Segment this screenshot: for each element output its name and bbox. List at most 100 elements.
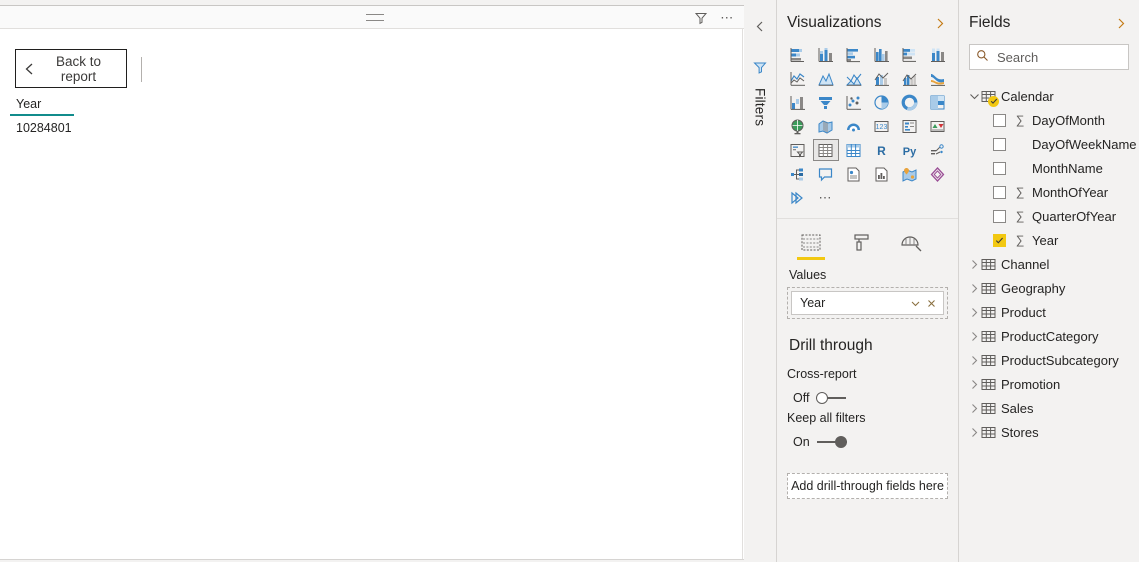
stacked-column-chart-icon[interactable] bbox=[812, 42, 840, 66]
field-checkbox[interactable] bbox=[993, 185, 1006, 199]
slicer-icon[interactable] bbox=[784, 138, 812, 162]
tree-table-productsubcategory[interactable]: ProductSubcategory bbox=[959, 348, 1139, 372]
funnel-icon[interactable] bbox=[753, 60, 768, 78]
line-and-clustered-column-chart-icon[interactable] bbox=[895, 66, 923, 90]
drill-through-dropzone[interactable]: Add drill-through fields here bbox=[787, 473, 948, 499]
azure-map-icon[interactable] bbox=[895, 162, 923, 186]
fields-tab[interactable] bbox=[797, 233, 825, 260]
tree-table-sales[interactable]: Sales bbox=[959, 396, 1139, 420]
sigma-icon: ∑ bbox=[1015, 233, 1025, 247]
python-visual-icon[interactable]: Py bbox=[895, 138, 923, 162]
field-checkbox[interactable] bbox=[993, 233, 1006, 247]
sigma-icon: ∑ bbox=[1015, 185, 1025, 199]
filled-map-icon[interactable] bbox=[812, 114, 840, 138]
drag-handle-icon[interactable] bbox=[366, 14, 384, 21]
tree-table-product[interactable]: Product bbox=[959, 300, 1139, 324]
tree-table-productcategory[interactable]: ProductCategory bbox=[959, 324, 1139, 348]
keep-all-filters-label: Keep all filters bbox=[787, 411, 866, 425]
visualizations-pane-header: Visualizations bbox=[777, 0, 958, 42]
keep-all-filters-toggle[interactable] bbox=[816, 436, 847, 448]
field-checkbox[interactable] bbox=[993, 161, 1006, 175]
chevron-right-icon[interactable] bbox=[967, 403, 981, 414]
more-visuals-icon[interactable]: ⋯ bbox=[812, 186, 840, 210]
waterfall-chart-icon[interactable] bbox=[784, 90, 812, 114]
search-input[interactable] bbox=[995, 48, 1122, 66]
table-visual[interactable]: Year 10284801 bbox=[10, 97, 74, 135]
ellipsis-horizontal-icon[interactable]: ⋯ bbox=[719, 9, 736, 26]
tree-table-stores[interactable]: Stores bbox=[959, 420, 1139, 444]
chevron-right-icon[interactable] bbox=[967, 427, 981, 438]
chevron-down-icon[interactable] bbox=[967, 91, 981, 102]
chevron-down-icon[interactable] bbox=[907, 295, 923, 311]
filters-pane-collapsed[interactable]: Filters bbox=[744, 0, 777, 562]
smart-narrative-icon[interactable] bbox=[840, 162, 868, 186]
ribbon-chart-icon[interactable] bbox=[923, 66, 951, 90]
map-icon[interactable] bbox=[784, 114, 812, 138]
close-icon[interactable] bbox=[923, 295, 939, 311]
clustered-column-chart-icon[interactable] bbox=[868, 42, 896, 66]
field-checkbox[interactable] bbox=[993, 113, 1006, 127]
visualizations-pane: Visualizations 123 R Py ⋯ Values Year Dr… bbox=[777, 0, 959, 562]
field-checkbox[interactable] bbox=[993, 137, 1006, 151]
table-checked-badge-icon bbox=[988, 95, 999, 107]
table-cell-value: 10284801 bbox=[16, 121, 72, 135]
tree-table-channel[interactable]: Channel bbox=[959, 252, 1139, 276]
tree-table-calendar[interactable]: Calendar bbox=[959, 84, 1139, 108]
scatter-chart-icon[interactable] bbox=[840, 90, 868, 114]
tree-field-year[interactable]: ∑ Year bbox=[959, 228, 1139, 252]
format-tab[interactable] bbox=[847, 233, 875, 260]
treemap-icon[interactable] bbox=[923, 90, 951, 114]
tree-field-dayofmonth[interactable]: ∑ DayOfMonth bbox=[959, 108, 1139, 132]
area-chart-icon[interactable] bbox=[812, 66, 840, 90]
back-to-report-button[interactable]: Back to report bbox=[15, 49, 127, 88]
chevron-right-icon[interactable] bbox=[1115, 17, 1127, 30]
decomposition-tree-icon[interactable] bbox=[923, 138, 951, 162]
analytics-tab[interactable] bbox=[897, 233, 925, 260]
hundred-percent-stacked-column-chart-icon[interactable] bbox=[923, 42, 951, 66]
pie-chart-icon[interactable] bbox=[868, 90, 896, 114]
chevron-right-icon[interactable] bbox=[967, 307, 981, 318]
r-script-visual-icon[interactable]: R bbox=[868, 138, 896, 162]
search-box[interactable] bbox=[969, 44, 1129, 70]
table-icon[interactable] bbox=[812, 138, 840, 162]
tree-field-dayofweekname[interactable]: ∑ DayOfWeekName bbox=[959, 132, 1139, 156]
line-chart-icon[interactable] bbox=[784, 66, 812, 90]
tree-table-promotion[interactable]: Promotion bbox=[959, 372, 1139, 396]
tree-table-geography[interactable]: Geography bbox=[959, 276, 1139, 300]
power-automate-icon[interactable] bbox=[784, 186, 812, 210]
tree-field-quarterofyear[interactable]: ∑ QuarterOfYear bbox=[959, 204, 1139, 228]
line-and-stacked-column-chart-icon[interactable] bbox=[868, 66, 896, 90]
chevron-left-icon[interactable] bbox=[754, 20, 766, 36]
report-view: ⋯ Back to report Year 10284801 bbox=[0, 0, 744, 562]
values-well-dropzone[interactable]: Year bbox=[787, 287, 948, 319]
chevron-right-icon[interactable] bbox=[967, 331, 981, 342]
arcgis-map-icon[interactable] bbox=[840, 114, 868, 138]
paginated-report-icon[interactable] bbox=[868, 162, 896, 186]
funnel-chart-icon[interactable] bbox=[812, 90, 840, 114]
cross-report-toggle[interactable] bbox=[816, 392, 847, 404]
qna-icon[interactable] bbox=[812, 162, 840, 186]
power-apps-icon[interactable] bbox=[923, 162, 951, 186]
chevron-right-icon[interactable] bbox=[967, 355, 981, 366]
clustered-bar-chart-icon[interactable] bbox=[840, 42, 868, 66]
matrix-icon[interactable] bbox=[840, 138, 868, 162]
field-pill-year[interactable]: Year bbox=[791, 291, 944, 315]
kpi-icon[interactable] bbox=[923, 114, 951, 138]
tree-field-monthofyear[interactable]: ∑ MonthOfYear bbox=[959, 180, 1139, 204]
stacked-bar-chart-icon[interactable] bbox=[784, 42, 812, 66]
funnel-icon[interactable] bbox=[692, 9, 709, 26]
card-icon[interactable]: 123 bbox=[868, 114, 896, 138]
key-influencers-icon[interactable] bbox=[784, 162, 812, 186]
hundred-percent-stacked-bar-chart-icon[interactable] bbox=[895, 42, 923, 66]
chevron-right-icon[interactable] bbox=[967, 259, 981, 270]
fields-pane: Fields Search Calendar ∑ DayOfMonth DayO… bbox=[959, 0, 1139, 562]
chevron-right-icon[interactable] bbox=[934, 17, 946, 30]
field-checkbox[interactable] bbox=[993, 209, 1006, 223]
stacked-area-chart-icon[interactable] bbox=[840, 66, 868, 90]
chevron-right-icon[interactable] bbox=[967, 283, 981, 294]
tree-field-monthname[interactable]: ∑ MonthName bbox=[959, 156, 1139, 180]
chevron-right-icon[interactable] bbox=[967, 379, 981, 390]
report-canvas[interactable]: Back to report Year 10284801 bbox=[0, 29, 743, 559]
donut-chart-icon[interactable] bbox=[895, 90, 923, 114]
multi-row-card-icon[interactable] bbox=[895, 114, 923, 138]
